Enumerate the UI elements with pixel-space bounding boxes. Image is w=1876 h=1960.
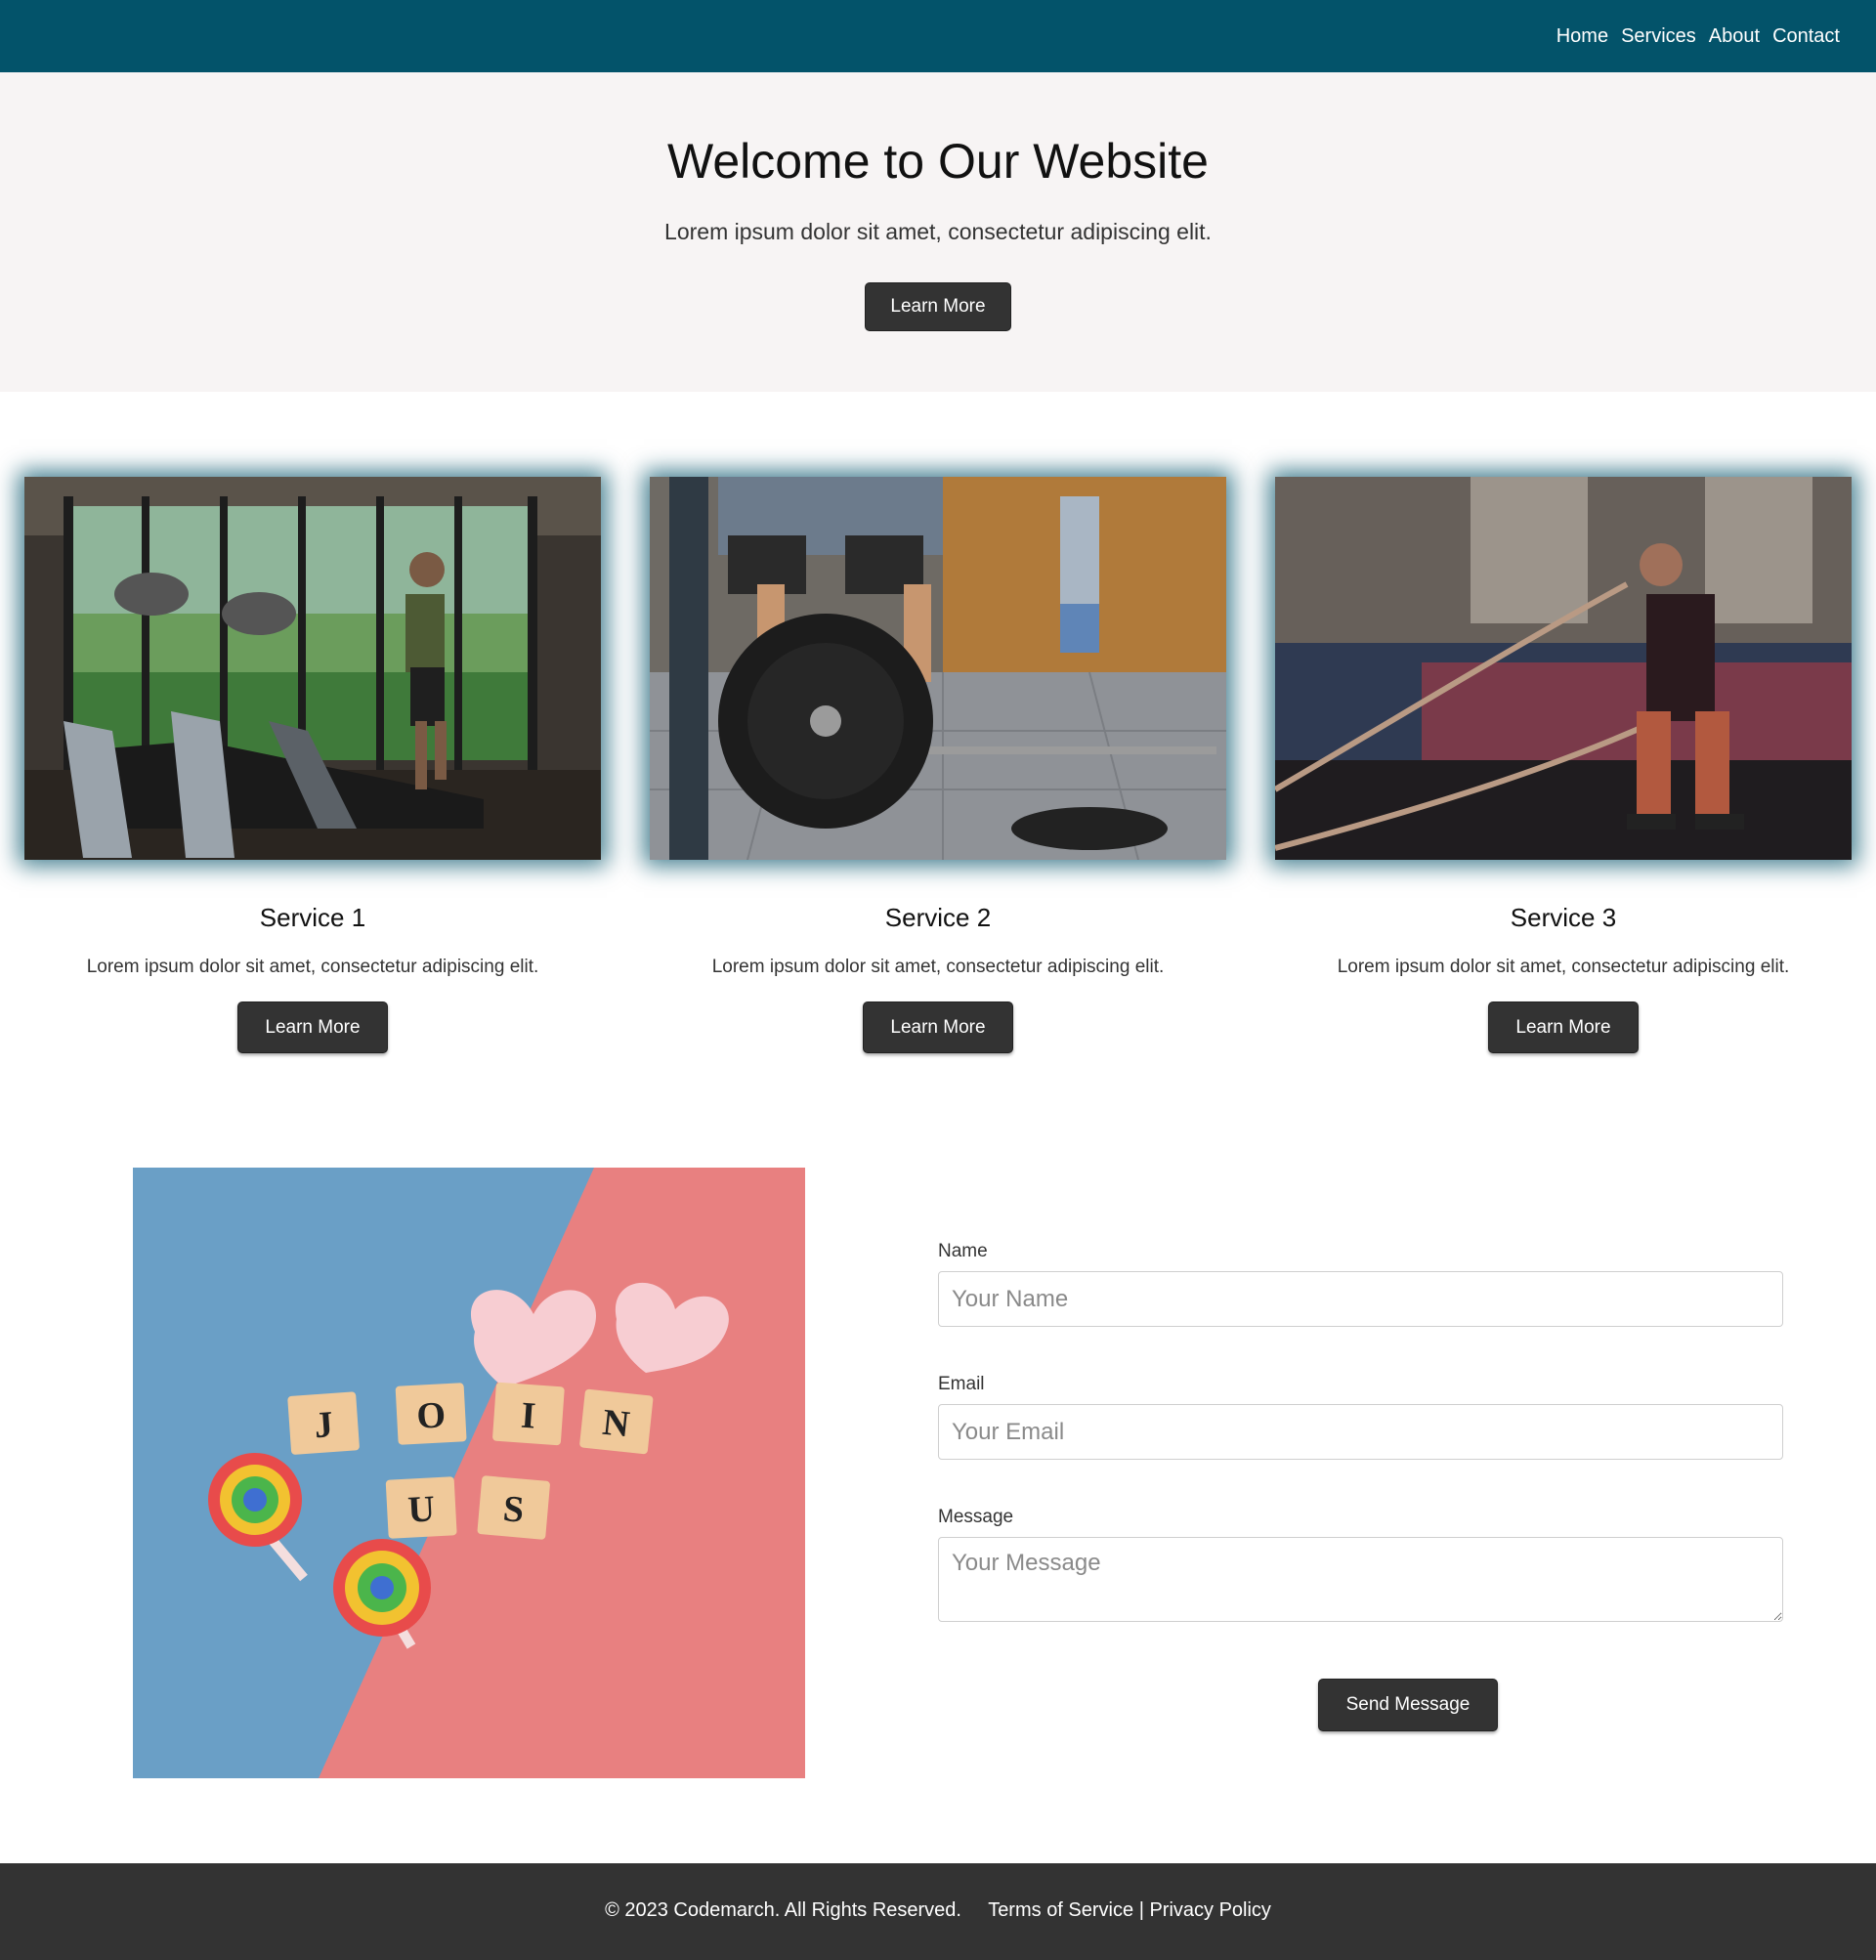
battle-ropes-photo [1275,477,1852,860]
service-learn-more-button[interactable]: Learn More [237,1001,388,1053]
hero-title: Welcome to Our Website [667,134,1209,189]
tile-letter: O [415,1394,447,1436]
service-learn-more-button[interactable]: Learn More [1488,1001,1639,1053]
terms-of-service-link[interactable]: Terms of Service [988,1899,1133,1921]
nav-link-about[interactable]: About [1709,25,1760,48]
treadmill-gym-photo [24,477,601,860]
message-textarea[interactable] [938,1537,1783,1622]
tile-letter: N [601,1402,632,1446]
tile-letter: J [313,1404,334,1446]
service-card-3: Service 3 Lorem ipsum dolor sit amet, co… [1275,477,1852,1053]
nav-link-home[interactable]: Home [1556,25,1608,48]
name-field-group: Name [938,1241,1783,1327]
service-title: Service 2 [884,903,992,932]
message-label: Message [938,1507,1014,1527]
footer-content: © 2023 Codemarch. All Rights Reserved. T… [0,1899,1876,1922]
message-field-group: Message [938,1507,1783,1622]
nav-link-services[interactable]: Services [1621,25,1696,48]
email-input[interactable] [938,1404,1783,1460]
hero-section: Welcome to Our Website Lorem ipsum dolor… [0,72,1876,392]
send-message-button[interactable]: Send Message [1318,1679,1498,1731]
service-card-1: Service 1 Lorem ipsum dolor sit amet, co… [24,477,601,1053]
email-label: Email [938,1374,985,1394]
privacy-policy-link[interactable]: Privacy Policy [1149,1899,1270,1921]
service-title: Service 3 [1510,903,1617,932]
service-image-treadmill [24,477,601,860]
tile-letter: S [501,1488,526,1531]
footer-copyright: © 2023 Codemarch. All Rights Reserved. [605,1899,961,1921]
service-image-battle-ropes [1275,477,1852,860]
service-learn-more-button[interactable]: Learn More [863,1001,1013,1053]
service-image-weight-plate [650,477,1226,860]
footer-separator: | [1138,1899,1144,1921]
name-input[interactable] [938,1271,1783,1327]
service-text: Lorem ipsum dolor sit amet, consectetur … [86,957,539,977]
nav-link-contact[interactable]: Contact [1772,25,1840,48]
hero-subtitle: Lorem ipsum dolor sit amet, consectetur … [664,219,1212,244]
service-title: Service 1 [259,903,366,932]
nav-links: Home Services About Contact [1556,0,1840,72]
tile-letter: U [406,1488,436,1530]
service-text: Lorem ipsum dolor sit amet, consectetur … [711,957,1165,977]
footer: © 2023 Codemarch. All Rights Reserved. T… [0,1863,1876,1960]
contact-form: Name Email Message Send Message [938,1241,1783,1731]
hero-learn-more-button[interactable]: Learn More [865,282,1011,331]
email-field-group: Email [938,1374,1783,1460]
join-us-photo: J O I N U S [133,1168,805,1778]
join-us-image: J O I N U S [133,1168,805,1778]
weight-plate-photo [650,477,1226,860]
service-text: Lorem ipsum dolor sit amet, consectetur … [1337,957,1790,977]
tile-letter: I [520,1395,537,1437]
service-card-2: Service 2 Lorem ipsum dolor sit amet, co… [650,477,1226,1053]
navbar: Home Services About Contact [0,0,1876,72]
name-label: Name [938,1241,988,1261]
